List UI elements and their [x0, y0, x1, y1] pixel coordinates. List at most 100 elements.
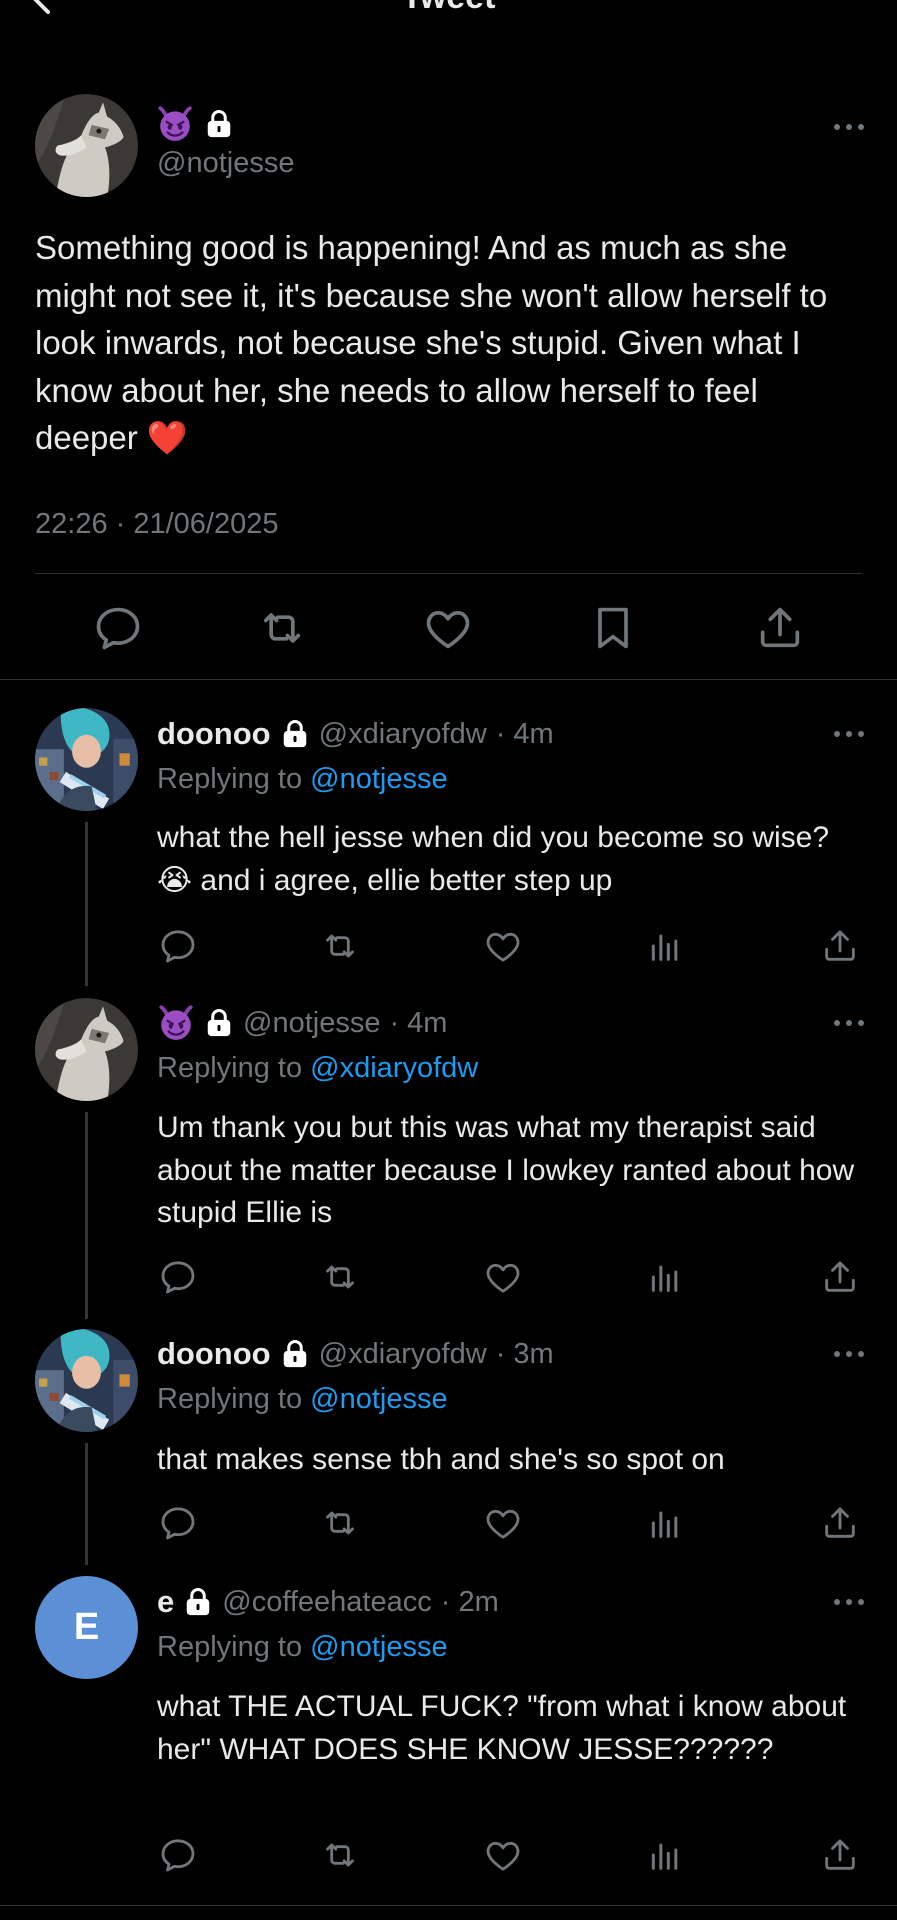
lock-icon — [204, 109, 234, 139]
views-icon — [645, 1257, 685, 1297]
tweet-text: Something good is happening! And as much… — [35, 229, 828, 456]
user-handle[interactable]: @xdiaryofdw — [319, 1338, 487, 1371]
user-handle[interactable]: @notjesse — [157, 147, 294, 180]
reply-icon — [158, 1835, 198, 1875]
reply-time: · 4m — [389, 1006, 448, 1039]
retweet-icon — [320, 926, 360, 966]
retweet-icon — [320, 1835, 360, 1875]
replying-to: Replying to @notjesse — [157, 1631, 448, 1663]
reply-header: doonoo @xdiaryofdw · 3m — [157, 1334, 554, 1374]
share-button[interactable] — [818, 1833, 862, 1877]
retweet-button[interactable] — [318, 1833, 362, 1877]
share-button[interactable] — [818, 1255, 862, 1299]
mention-link[interactable]: @xdiaryofdw — [310, 1052, 478, 1084]
more-options-icon[interactable] — [832, 1349, 866, 1359]
replying-to: Replying to @notjesse — [157, 1383, 448, 1415]
share-icon — [820, 926, 860, 966]
tweet-action-bar — [0, 600, 897, 656]
share-icon — [820, 1835, 860, 1875]
reply-action-bar — [0, 924, 897, 968]
devil-emoji-icon — [156, 105, 194, 143]
reply-header: doonoo @xdiaryofdw · 4m — [157, 714, 554, 754]
reply-text: Um thank you but this was what my therap… — [157, 1111, 855, 1229]
user-handle[interactable]: @coffeehateacc — [222, 1586, 432, 1619]
more-options-icon[interactable] — [832, 729, 866, 739]
page-title: Tweet — [0, 0, 897, 17]
share-button[interactable] — [752, 600, 808, 656]
reply-icon — [158, 1503, 198, 1543]
views-button[interactable] — [643, 1255, 687, 1299]
avatar[interactable] — [35, 1329, 138, 1432]
devil-emoji-icon — [157, 1004, 195, 1042]
divider — [0, 679, 897, 680]
like-button[interactable] — [481, 1833, 525, 1877]
mention-link[interactable]: @notjesse — [310, 1631, 447, 1663]
avatar[interactable] — [35, 708, 138, 811]
avatar[interactable]: E — [35, 1576, 138, 1679]
views-button[interactable] — [643, 924, 687, 968]
display-name[interactable]: doonoo — [157, 716, 271, 752]
views-icon — [645, 1503, 685, 1543]
views-icon — [645, 926, 685, 966]
lock-icon — [204, 1008, 234, 1038]
like-icon — [483, 926, 523, 966]
reply-time: · 4m — [495, 717, 554, 750]
share-icon — [754, 602, 806, 654]
share-button[interactable] — [818, 924, 862, 968]
replying-to: Replying to @xdiaryofdw — [157, 1052, 479, 1084]
reply-icon — [158, 926, 198, 966]
mention-link[interactable]: @notjesse — [310, 1383, 447, 1415]
tweet-timestamp: 22:26 · 21/06/2025 — [35, 508, 279, 540]
replying-to: Replying to @notjesse — [157, 763, 448, 795]
avatar[interactable] — [35, 998, 138, 1101]
user-handle[interactable]: @xdiaryofdw — [319, 718, 487, 751]
more-options-icon[interactable] — [832, 1597, 866, 1607]
reply-button[interactable] — [156, 1501, 200, 1545]
views-button[interactable] — [643, 1833, 687, 1877]
display-name[interactable] — [156, 104, 234, 144]
avatar[interactable] — [35, 94, 138, 197]
reply-button[interactable] — [156, 924, 200, 968]
share-button[interactable] — [818, 1501, 862, 1545]
reply-button[interactable] — [156, 1833, 200, 1877]
mention-link[interactable]: @notjesse — [310, 763, 447, 795]
like-icon — [483, 1257, 523, 1297]
lock-icon — [183, 1587, 213, 1617]
retweet-icon — [320, 1503, 360, 1543]
reply-button[interactable] — [90, 600, 146, 656]
like-icon — [483, 1835, 523, 1875]
lock-icon — [280, 719, 310, 749]
more-options-icon[interactable] — [832, 122, 866, 132]
retweet-button[interactable] — [318, 1255, 362, 1299]
lock-icon — [280, 1339, 310, 1369]
reply-button[interactable] — [156, 1255, 200, 1299]
like-button[interactable] — [481, 924, 525, 968]
retweet-button[interactable] — [318, 1501, 362, 1545]
reply-text: what THE ACTUAL FUCK? "from what i know … — [157, 1690, 847, 1766]
more-options-icon[interactable] — [832, 1018, 866, 1028]
retweet-button[interactable] — [318, 924, 362, 968]
reply-action-bar — [0, 1501, 897, 1545]
bookmark-button[interactable] — [585, 600, 641, 656]
retweet-icon — [256, 602, 308, 654]
like-icon — [422, 602, 474, 654]
reply-header: e @coffeehateacc · 2m — [157, 1582, 499, 1622]
reply-time: · 3m — [495, 1337, 554, 1370]
reply-action-bar — [0, 1255, 897, 1299]
top-bar: Tweet — [0, 0, 897, 40]
display-name[interactable]: e — [157, 1584, 174, 1620]
share-icon — [820, 1503, 860, 1543]
reply-text: what the hell jesse when did you become … — [157, 821, 830, 897]
reply-text: that makes sense tbh and she's so spot o… — [157, 1443, 725, 1476]
retweet-button[interactable] — [254, 600, 310, 656]
user-handle[interactable]: @notjesse — [243, 1007, 380, 1040]
views-icon — [645, 1835, 685, 1875]
reply-icon — [158, 1257, 198, 1297]
reply-time: · 2m — [440, 1585, 499, 1618]
like-button[interactable] — [481, 1255, 525, 1299]
display-name[interactable]: doonoo — [157, 1336, 271, 1372]
like-button[interactable] — [420, 600, 476, 656]
views-button[interactable] — [643, 1501, 687, 1545]
like-button[interactable] — [481, 1501, 525, 1545]
share-icon — [820, 1257, 860, 1297]
